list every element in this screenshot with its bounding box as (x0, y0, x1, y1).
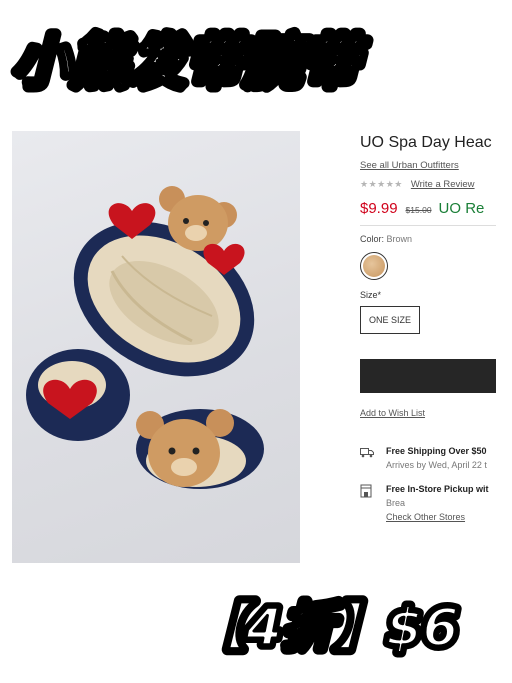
pickup-title: Free In-Store Pickup wit (386, 484, 489, 494)
promo-text: 【4折】$6 (194, 598, 459, 658)
truck-icon (360, 446, 378, 470)
product-image[interactable] (12, 131, 300, 563)
write-review-link[interactable]: Write a Review (411, 179, 475, 190)
shipping-info: Free Shipping Over $50 Arrives by Wed, A… (360, 446, 512, 470)
pickup-info: Free In-Store Pickup wit Brea Check Othe… (360, 484, 512, 522)
color-swatch-brown[interactable] (360, 252, 388, 280)
color-value: Brown (386, 234, 413, 244)
check-other-stores-link[interactable]: Check Other Stores (386, 512, 489, 522)
rating-stars: ★★★★★ (360, 179, 403, 189)
wristband-right (136, 409, 264, 489)
rating-row: ★★★★★ Write a Review (360, 179, 512, 190)
headline-banner: 小熊发带腕带 小熊发带腕带 (8, 23, 374, 101)
pickup-store: Brea (386, 498, 406, 508)
headband-illustration (26, 186, 264, 489)
add-to-bag-button[interactable] (360, 359, 496, 393)
size-label: Size* (360, 290, 382, 300)
color-label: Color: (360, 234, 385, 244)
wristband-left (26, 349, 130, 441)
color-label-row: Color: Brown (360, 234, 512, 244)
price-row: $9.99 $15.00 UO Re (360, 200, 512, 217)
swatch-fill (363, 255, 385, 277)
divider (360, 225, 496, 226)
uo-rewards-label[interactable]: UO Re (439, 200, 485, 217)
sale-price: $9.99 (360, 200, 398, 217)
original-price: $15.00 (405, 205, 432, 215)
promo-banner: 【4折】$6 【4折】$6 (190, 593, 464, 663)
product-detail-panel: UO Spa Day Heac See all Urban Outfitters… (360, 130, 512, 522)
shipping-title: Free Shipping Over $50 (386, 446, 487, 456)
shipping-arrival: Arrives by Wed, April 22 t (386, 460, 487, 470)
headline-text: 小熊发带腕带 (12, 28, 369, 96)
store-icon (360, 484, 378, 522)
product-title: UO Spa Day Heac (360, 134, 492, 151)
size-one-size-button[interactable]: ONE SIZE (360, 306, 420, 334)
brand-link[interactable]: See all Urban Outfitters (360, 160, 512, 171)
add-to-wishlist-link[interactable]: Add to Wish List (360, 408, 512, 418)
